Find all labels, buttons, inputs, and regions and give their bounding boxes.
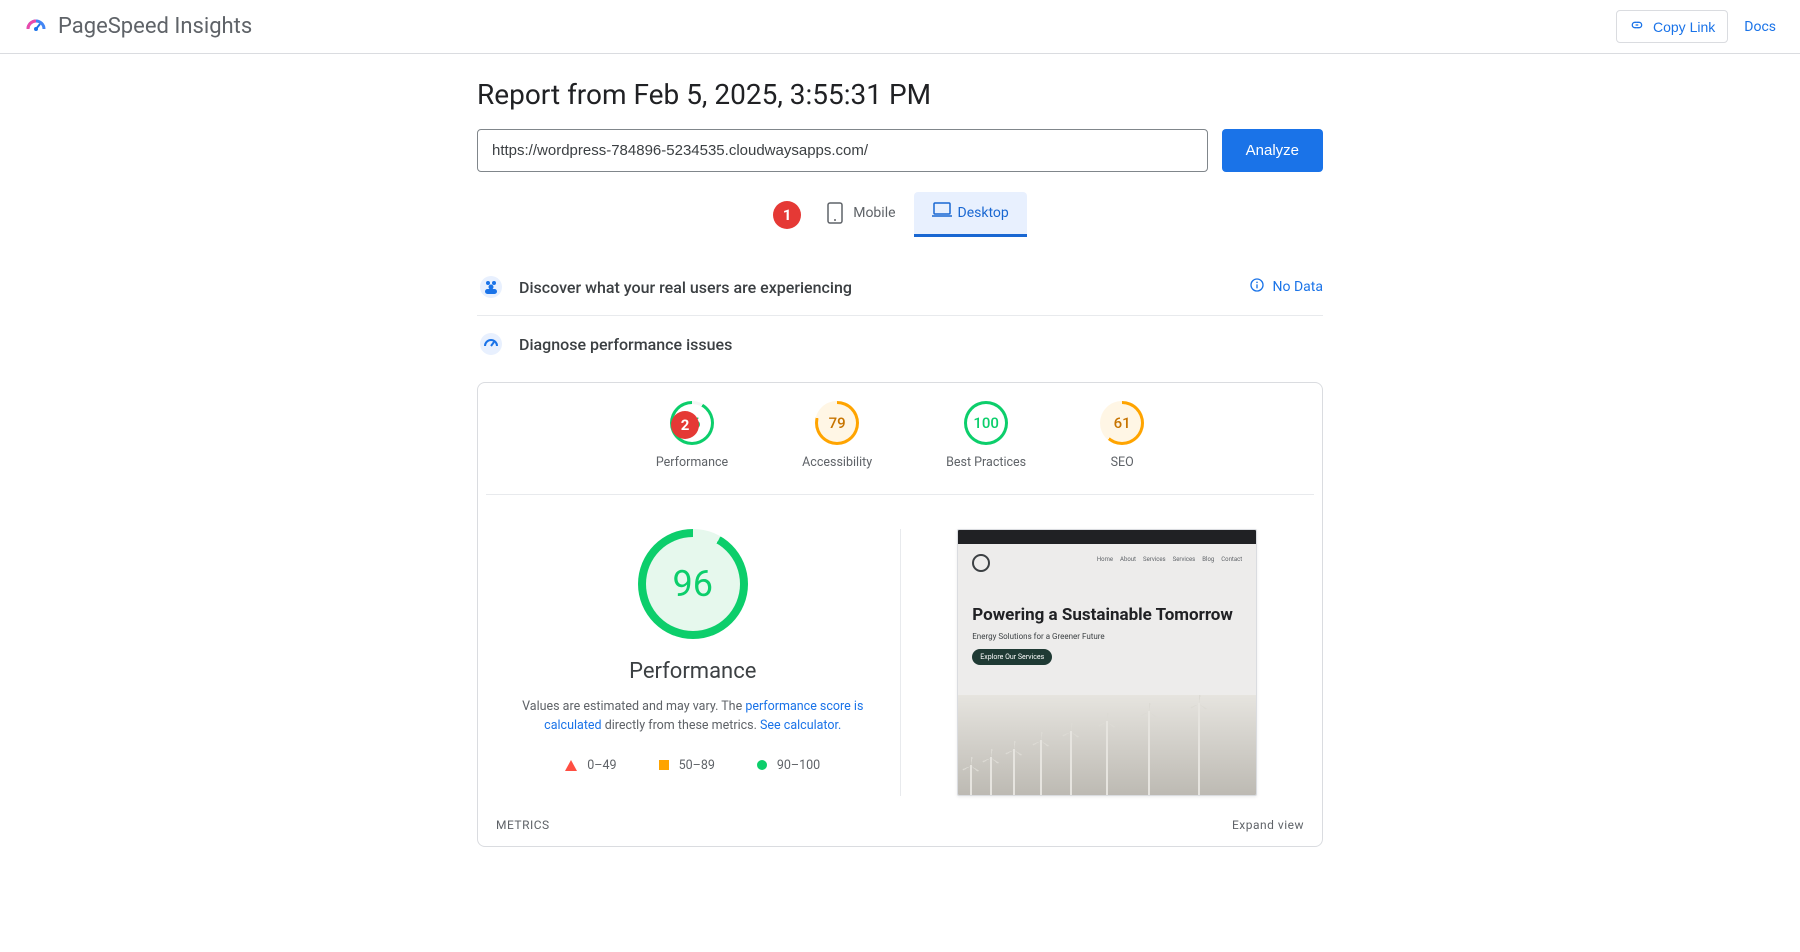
device-tabs: 1 Mobile Desktop (477, 192, 1323, 237)
copy-link-button[interactable]: Copy Link (1616, 10, 1728, 43)
legend-bad: 0–49 (565, 758, 616, 773)
callout-1-badge: 1 (773, 201, 801, 229)
expand-view-button[interactable]: Expand view (1232, 818, 1304, 832)
app-header: PageSpeed Insights Copy Link Docs (0, 0, 1800, 54)
crux-title: Discover what your real users are experi… (519, 278, 852, 297)
gauges-row: 2 96 Performance 79 Accessibility 100 Be… (486, 401, 1314, 495)
thumb-nav: Home About Services Services Blog Contac… (1097, 556, 1242, 563)
score-legend: 0–49 50–89 90–100 (565, 758, 820, 773)
perf-score: 96 (646, 537, 740, 631)
info-icon (1249, 277, 1265, 297)
triangle-icon (565, 760, 577, 771)
tab-mobile[interactable]: Mobile (809, 192, 913, 237)
diag-title: Diagnose performance issues (519, 335, 732, 354)
circle-icon (757, 760, 767, 770)
perf-title: Performance (629, 659, 756, 684)
gauge-seo[interactable]: 61 SEO (1100, 401, 1144, 470)
callout-2-badge: 2 (671, 411, 699, 439)
thumb-headline: Powering a Sustainable Tomorrow (972, 606, 1242, 626)
gauge-best-practices[interactable]: 100 Best Practices (946, 401, 1026, 470)
perf-text: Values are estimated and may vary. The p… (513, 698, 873, 736)
desktop-icon (932, 202, 950, 224)
tab-desktop[interactable]: Desktop (914, 192, 1027, 237)
psi-logo-icon (24, 15, 48, 39)
gauge-accessibility[interactable]: 79 Accessibility (802, 401, 872, 470)
legend-good: 90–100 (757, 758, 820, 773)
report-title: Report from Feb 5, 2025, 3:55:31 PM (477, 78, 1323, 111)
page-thumbnail: Home About Services Services Blog Contac… (957, 529, 1257, 796)
thumb-sub: Energy Solutions for a Greener Future (972, 632, 1242, 641)
diag-panel: 2 96 Performance 79 Accessibility 100 Be… (477, 382, 1323, 847)
url-input[interactable] (477, 129, 1208, 172)
panel-footer: METRICS Expand view (486, 806, 1314, 832)
perf-left: 96 Performance Values are estimated and … (486, 529, 901, 796)
perf-thumbnail-col: Home About Services Services Blog Contac… (901, 529, 1315, 796)
link-icon (1629, 17, 1645, 36)
analyze-button[interactable]: Analyze (1222, 129, 1323, 172)
perf-row: 96 Performance Values are estimated and … (486, 495, 1314, 806)
analyze-row: Analyze (477, 129, 1323, 172)
square-icon (659, 760, 669, 770)
thumb-bg (958, 695, 1256, 795)
thumb-cta: Explore Our Services (972, 649, 1052, 665)
thumb-body: Home About Services Services Blog Contac… (958, 544, 1256, 695)
app-title: PageSpeed Insights (58, 14, 252, 39)
diag-icon (477, 330, 505, 358)
tab-mobile-label: Mobile (853, 205, 895, 221)
thumb-topbar (958, 530, 1256, 544)
legend-avg: 50–89 (659, 758, 715, 773)
diag-section-header: Diagnose performance issues (477, 316, 1323, 372)
mobile-icon (827, 202, 845, 224)
header-actions: Copy Link Docs (1616, 10, 1776, 43)
copy-link-label: Copy Link (1653, 19, 1715, 35)
metrics-label: METRICS (496, 818, 550, 832)
logo-group: PageSpeed Insights (24, 14, 252, 39)
crux-icon (477, 273, 505, 301)
nodata-label: No Data (1273, 279, 1323, 295)
main-container: Report from Feb 5, 2025, 3:55:31 PM Anal… (477, 54, 1323, 847)
crux-nodata[interactable]: No Data (1249, 277, 1323, 297)
crux-section: Discover what your real users are experi… (477, 259, 1323, 316)
docs-link[interactable]: Docs (1744, 19, 1776, 35)
perf-link-seecalc[interactable]: See calculator. (760, 718, 841, 733)
tab-desktop-label: Desktop (958, 205, 1009, 221)
perf-big-gauge: 96 (638, 529, 748, 639)
thumb-logo-icon (972, 554, 990, 572)
